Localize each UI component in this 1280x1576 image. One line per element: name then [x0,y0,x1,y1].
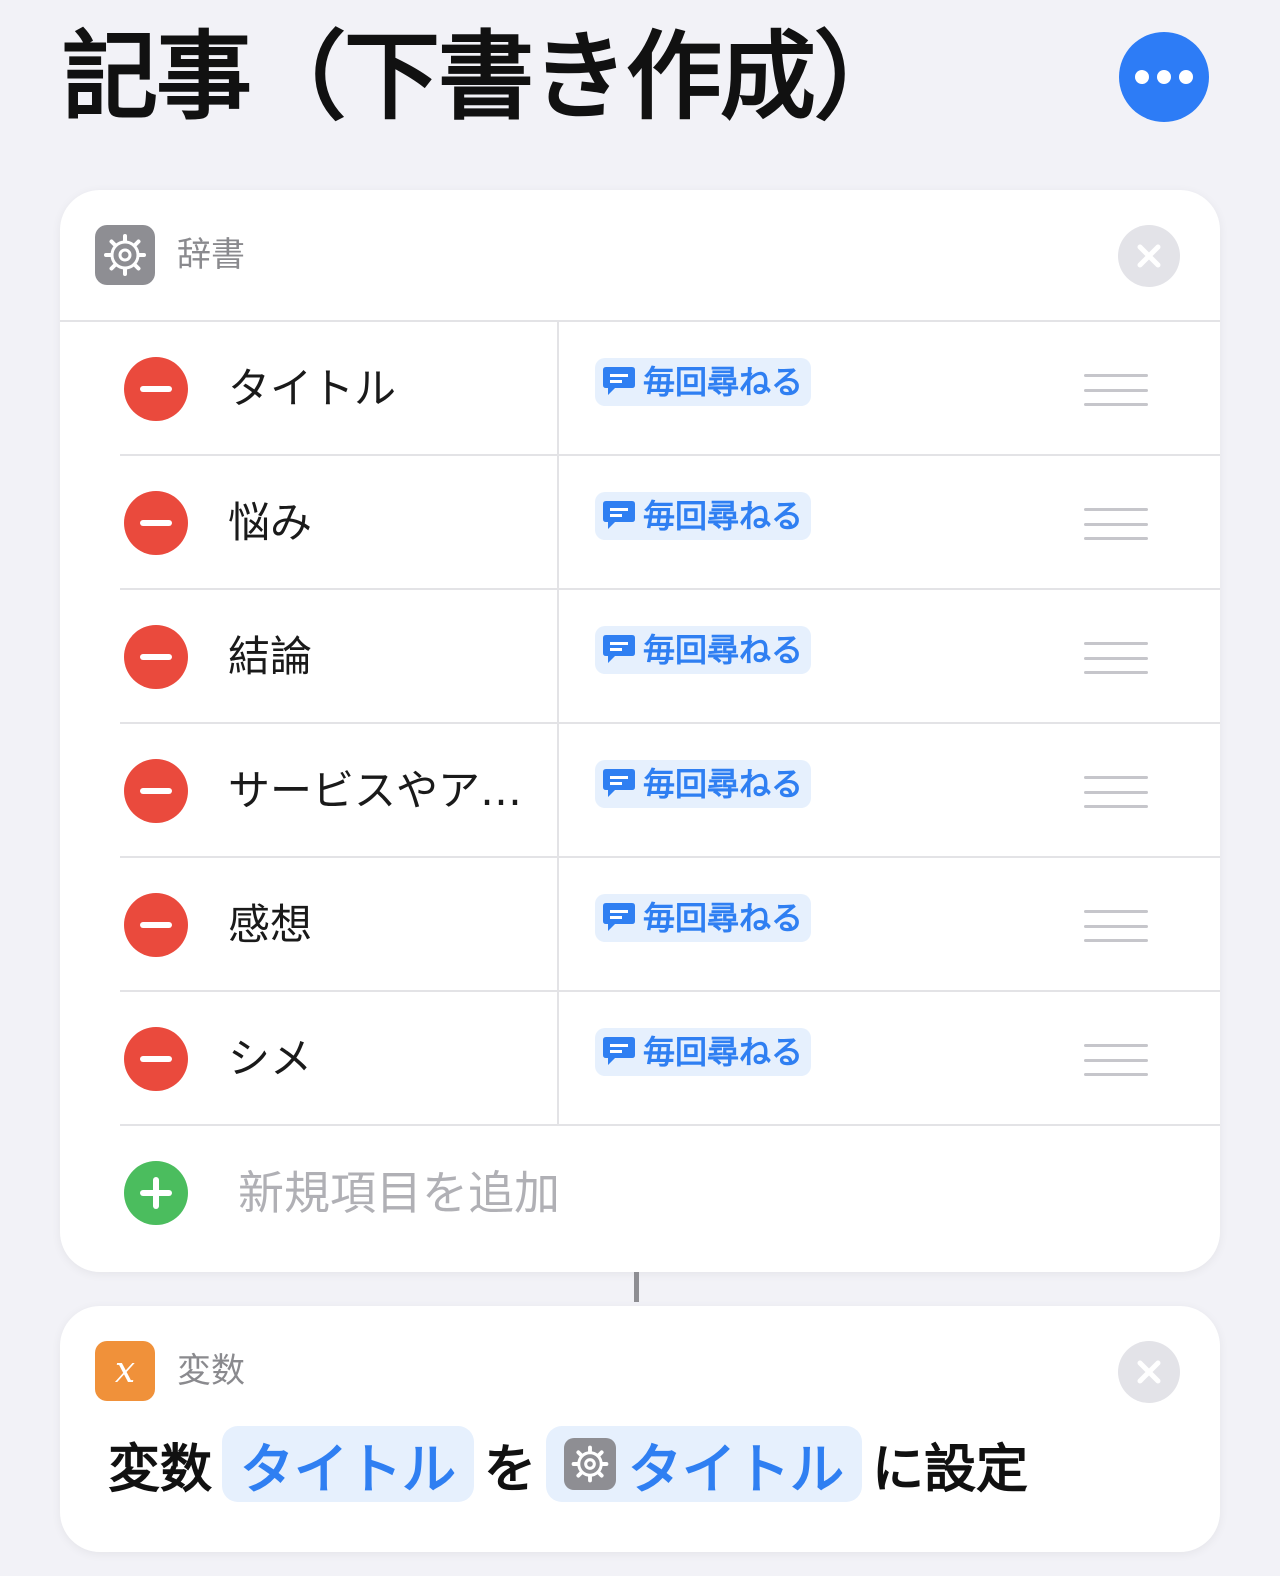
dictionary-rows: タイトル 毎回尋ねる 悩み 毎回尋ねる 結論 毎回尋ねる サービスやア… 毎回尋… [60,322,1220,1260]
minus-icon [140,1056,172,1062]
dictionary-action-header: 辞書 [60,190,1220,320]
dictionary-row: 感想 毎回尋ねる [60,858,1220,992]
shortcut-editor: 記事（下書き作成） 辞書 タイトル 毎回尋ねる 悩み 毎回尋ねる 結論 毎回尋ね… [0,0,1280,1576]
add-item-label[interactable]: 新規項目を追加 [238,1162,560,1224]
variable-name-label: タイトル [240,1437,457,1501]
variable-name-token[interactable]: タイトル [222,1426,475,1502]
connector-text: を [484,1439,537,1500]
remove-action-button[interactable] [1118,225,1180,287]
reorder-handle[interactable] [1084,1044,1148,1076]
reorder-handle[interactable] [1084,910,1148,942]
speech-bubble-icon [603,635,635,663]
dictionary-key[interactable]: 結論 [228,628,312,686]
dictionary-key[interactable]: タイトル [228,360,396,418]
close-icon [1137,1360,1161,1384]
ask-each-time-label: 毎回尋ねる [643,1033,804,1071]
gear-icon [95,225,155,285]
ask-each-time-label: 毎回尋ねる [643,765,804,803]
ellipsis-dot [1157,70,1171,84]
speech-bubble-icon [603,769,635,797]
column-divider [557,992,559,1126]
dictionary-action-title: 辞書 [177,235,245,275]
variable-value-label: タイトル [628,1437,845,1501]
page-title: 記事（下書き作成） [62,21,910,133]
ask-each-time-label: 毎回尋ねる [643,899,804,937]
remove-row-button[interactable] [124,893,188,957]
more-button[interactable] [1119,32,1209,122]
reorder-handle[interactable] [1084,776,1148,808]
variable-suffix: に設定 [872,1439,1029,1500]
dictionary-row: 結論 毎回尋ねる [60,590,1220,724]
ask-each-time-label: 毎回尋ねる [643,631,804,669]
reorder-handle[interactable] [1084,508,1148,540]
column-divider [557,322,559,456]
dictionary-row: タイトル 毎回尋ねる [60,322,1220,456]
dictionary-row: 悩み 毎回尋ねる [60,456,1220,590]
dictionary-key[interactable]: サービスやア… [228,762,522,820]
ask-each-time-token[interactable]: 毎回尋ねる [595,760,812,808]
speech-bubble-icon [603,903,635,931]
ask-each-time-token[interactable]: 毎回尋ねる [595,358,812,406]
gear-icon [564,1438,617,1490]
dictionary-key[interactable]: 悩み [228,494,312,552]
minus-icon [140,520,172,526]
variable-value-token[interactable]: タイトル [546,1426,863,1502]
minus-icon [140,386,172,392]
reorder-handle[interactable] [1084,642,1148,674]
plus-icon [140,1177,172,1209]
minus-icon [140,654,172,660]
remove-row-button[interactable] [124,357,188,421]
set-variable-action-card: x 変数 変数 タイトル を タイトル に設定 [60,1306,1220,1552]
variable-prefix: 変数 [108,1439,213,1500]
speech-bubble-icon [603,367,635,395]
add-item-button[interactable] [124,1161,188,1225]
column-divider [557,724,559,858]
minus-icon [140,788,172,794]
ellipsis-dot [1179,70,1193,84]
column-divider [557,456,559,590]
action-connector [634,1272,639,1302]
dictionary-row: シメ 毎回尋ねる [60,992,1220,1126]
remove-row-button[interactable] [124,1027,188,1091]
close-icon [1137,244,1161,268]
set-variable-action-title: 変数 [177,1351,245,1391]
remove-row-button[interactable] [124,625,188,689]
remove-row-button[interactable] [124,491,188,555]
remove-action-button[interactable] [1118,1341,1180,1403]
ask-each-time-token[interactable]: 毎回尋ねる [595,492,812,540]
dictionary-key[interactable]: 感想 [228,896,312,954]
ask-each-time-label: 毎回尋ねる [643,497,804,535]
dictionary-key[interactable]: シメ [228,1030,312,1088]
speech-bubble-icon [603,1037,635,1065]
minus-icon [140,922,172,928]
column-divider [557,858,559,992]
ask-each-time-token[interactable]: 毎回尋ねる [595,894,812,942]
dictionary-action-card: 辞書 タイトル 毎回尋ねる 悩み 毎回尋ねる 結論 毎回尋ねる サービスやア… … [60,190,1220,1272]
reorder-handle[interactable] [1084,374,1148,406]
set-variable-sentence: 変数 タイトル を タイトル に設定 [108,1426,1028,1502]
remove-row-button[interactable] [124,759,188,823]
ask-each-time-token[interactable]: 毎回尋ねる [595,626,812,674]
add-item-row[interactable]: 新規項目を追加 [60,1126,1220,1260]
ask-each-time-label: 毎回尋ねる [643,363,804,401]
dictionary-row: サービスやア… 毎回尋ねる [60,724,1220,858]
speech-bubble-icon [603,501,635,529]
set-variable-action-header: x 変数 [60,1306,1220,1416]
ask-each-time-token[interactable]: 毎回尋ねる [595,1028,812,1076]
column-divider [557,590,559,724]
ellipsis-icon [1135,70,1149,84]
x-variable-icon: x [95,1341,155,1401]
